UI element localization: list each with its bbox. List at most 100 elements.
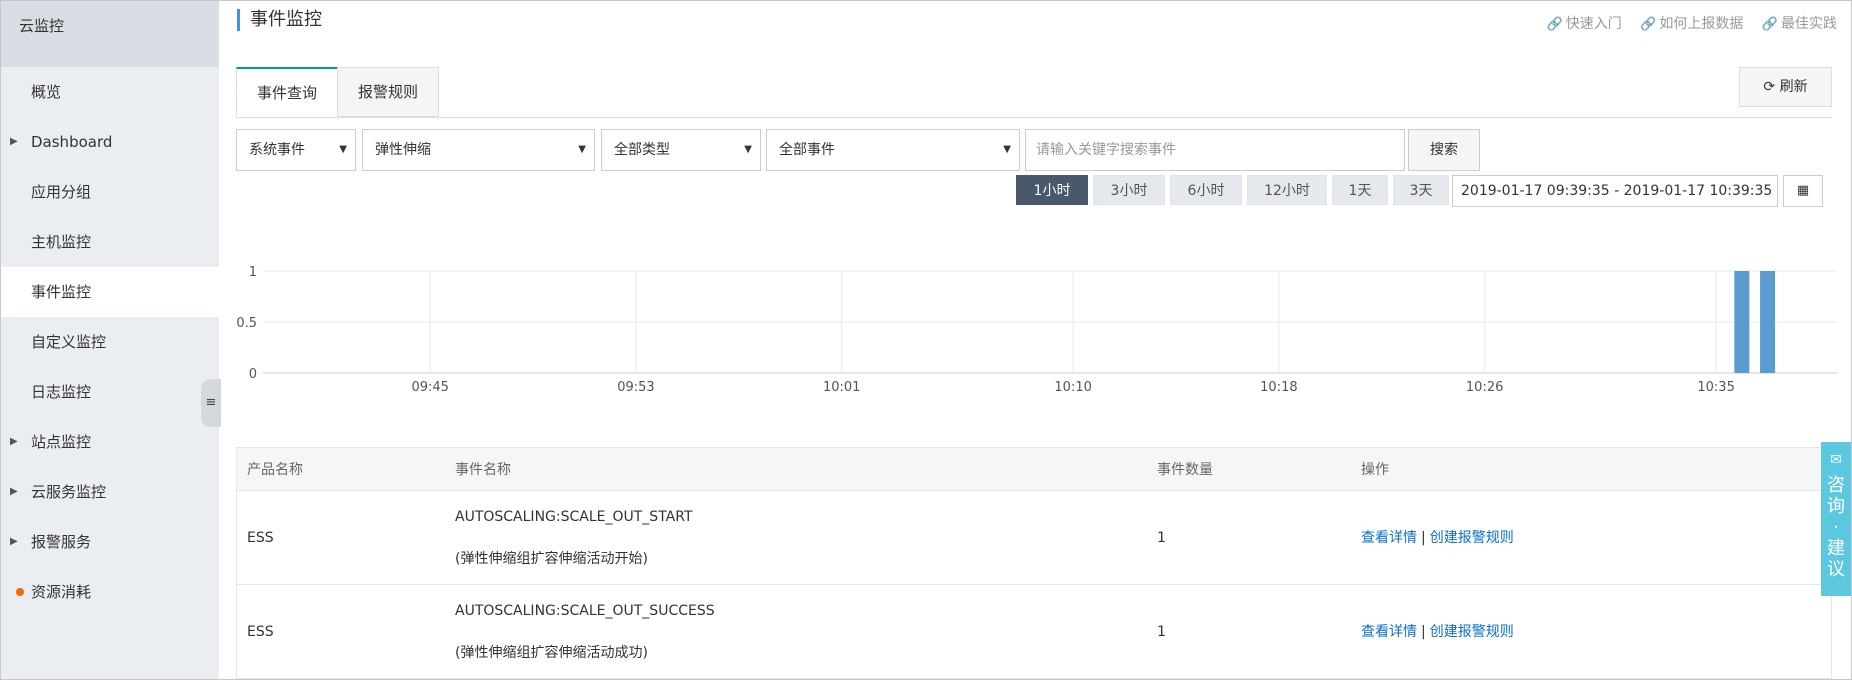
cell-actions: 查看详情 | 创建报警规则 — [1361, 491, 1514, 585]
range-3d-button[interactable]: 3天 — [1393, 175, 1449, 205]
sidebar-item-label: 主机监控 — [31, 233, 92, 251]
sidebar-collapse-icon[interactable]: ≡ — [201, 379, 221, 427]
range-6h-button[interactable]: 6小时 — [1170, 175, 1242, 205]
refresh-icon: ⟳ — [1763, 79, 1776, 95]
cell-product: ESS — [247, 624, 274, 640]
date-range-field[interactable]: 2019-01-17 09:39:35 - 2019-01-17 10:39:3… — [1452, 175, 1778, 207]
type-value: 全部类型 — [614, 142, 670, 158]
sidebar-item-overview[interactable]: 概览 — [1, 67, 219, 117]
event-name: AUTOSCALING:SCALE_OUT_SUCCESS — [455, 603, 715, 619]
sidebar-item-label: Dashboard — [31, 133, 113, 151]
event-value: 全部事件 — [779, 142, 835, 158]
tab-alarm-rules[interactable]: 报警规则 — [337, 67, 439, 117]
sidebar-item-host-monitoring[interactable]: 主机监控 — [1, 217, 219, 267]
calendar-icon[interactable]: ▦ — [1783, 175, 1823, 207]
y-tick-label: 0.5 — [236, 316, 257, 331]
chat-icon: ✉ — [1830, 452, 1842, 468]
cell-count: 1 — [1157, 530, 1166, 546]
column-header-actions: 操作 — [1361, 462, 1389, 478]
caret-down-icon: ▼ — [744, 144, 752, 155]
sidebar-item-label: 报警服务 — [31, 533, 92, 551]
table-row: ESS AUTOSCALING:SCALE_OUT_START (弹性伸缩组扩容… — [236, 491, 1832, 585]
link-icon: 🔗 — [1546, 17, 1563, 32]
sidebar-item-label: 云服务监控 — [31, 483, 107, 501]
sidebar-item-label: 自定义监控 — [31, 333, 107, 351]
sidebar-item-label: 日志监控 — [31, 383, 92, 401]
consult-label: 咨询·建议 — [1827, 475, 1845, 580]
caret-down-icon: ▼ — [578, 144, 586, 155]
refresh-button[interactable]: ⟳ 刷新 — [1739, 67, 1832, 107]
sidebar-item-log-monitoring[interactable]: 日志监控 — [1, 367, 219, 417]
view-details-link[interactable]: 查看详情 — [1361, 624, 1417, 640]
main-content: 事件监控 🔗 快速入门 🔗 如何上报数据 🔗 最佳实践 事件查询 报警规则 ⟳ 刷新 … — [219, 1, 1851, 679]
caret-right-icon: ▶ — [10, 536, 18, 547]
product-value: 弹性伸缩 — [375, 142, 431, 158]
caret-right-icon: ▶ — [10, 436, 18, 447]
create-alarm-rule-link[interactable]: 创建报警规则 — [1430, 530, 1514, 546]
link-icon: 🔗 — [1761, 17, 1778, 32]
cell-product: ESS — [247, 530, 274, 546]
caret-down-icon: ▼ — [339, 144, 347, 155]
y-tick-label: 1 — [249, 265, 257, 280]
column-header-product: 产品名称 — [247, 462, 303, 478]
x-tick-label: 10:10 — [1054, 380, 1091, 395]
x-tick-label: 10:01 — [823, 380, 860, 395]
sidebar-item-label: 站点监控 — [31, 433, 92, 451]
view-details-link[interactable]: 查看详情 — [1361, 530, 1417, 546]
sidebar-item-resource-usage[interactable]: 资源消耗 — [1, 567, 219, 617]
sidebar-item-label: 概览 — [31, 83, 62, 101]
range-3h-button[interactable]: 3小时 — [1093, 175, 1165, 205]
report-data-label: 如何上报数据 — [1659, 16, 1744, 32]
quick-start-label: 快速入门 — [1565, 16, 1622, 32]
action-separator: | — [1421, 624, 1426, 640]
caret-right-icon: ▶ — [10, 486, 18, 497]
best-practice-link[interactable]: 🔗 最佳实践 — [1762, 16, 1837, 32]
event-select[interactable]: 全部事件 ▼ — [766, 129, 1020, 171]
sidebar-item-label: 事件监控 — [31, 283, 92, 301]
event-count-bar — [1760, 271, 1776, 373]
event-source-select[interactable]: 系统事件 ▼ — [236, 129, 356, 171]
best-practice-label: 最佳实践 — [1781, 16, 1837, 32]
page-title: 事件监控 — [237, 9, 322, 31]
column-header-event: 事件名称 — [455, 462, 511, 478]
y-tick-label: 0 — [249, 367, 257, 382]
tab-divider — [236, 117, 1832, 118]
range-12h-button[interactable]: 12小时 — [1247, 175, 1327, 205]
event-count-chart: 0 0.5 1 09:45 09:53 10:01 10:10 10:18 10:26 10:35 — [236, 265, 1837, 395]
sidebar-item-dashboard[interactable]: ▶ Dashboard — [1, 117, 219, 167]
x-tick-label: 09:53 — [617, 380, 654, 395]
sidebar-item-site-monitoring[interactable]: ▶ 站点监控 — [1, 417, 219, 467]
create-alarm-rule-link[interactable]: 创建报警规则 — [1430, 624, 1514, 640]
sidebar-item-app-groups[interactable]: 应用分组 — [1, 167, 219, 217]
sidebar-item-label: 应用分组 — [31, 183, 92, 201]
sidebar-item-alarm-service[interactable]: ▶ 报警服务 — [1, 517, 219, 567]
sidebar-title: 云监控 — [1, 1, 219, 67]
event-name: AUTOSCALING:SCALE_OUT_START — [455, 509, 693, 525]
sidebar-item-cloud-service-monitoring[interactable]: ▶ 云服务监控 — [1, 467, 219, 517]
x-tick-label: 10:18 — [1260, 380, 1297, 395]
consult-feedback-tab[interactable]: ✉ 咨询·建议 — [1821, 442, 1851, 596]
event-source-value: 系统事件 — [249, 142, 305, 158]
sidebar-item-custom-monitoring[interactable]: 自定义监控 — [1, 317, 219, 367]
event-description: (弹性伸缩组扩容伸缩活动开始) — [455, 551, 648, 567]
report-data-link[interactable]: 🔗 如何上报数据 — [1640, 16, 1743, 32]
caret-down-icon: ▼ — [1003, 144, 1011, 155]
search-input[interactable] — [1025, 129, 1405, 171]
product-select[interactable]: 弹性伸缩 ▼ — [362, 129, 595, 171]
search-button[interactable]: 搜索 — [1408, 129, 1480, 171]
cell-actions: 查看详情 | 创建报警规则 — [1361, 585, 1514, 679]
tab-event-query[interactable]: 事件查询 — [236, 67, 338, 117]
range-1h-button[interactable]: 1小时 — [1016, 175, 1088, 205]
cell-event: AUTOSCALING:SCALE_OUT_SUCCESS (弹性伸缩组扩容伸缩… — [455, 601, 715, 663]
type-select[interactable]: 全部类型 ▼ — [601, 129, 761, 171]
caret-right-icon: ▶ — [10, 136, 18, 147]
status-dot-icon — [16, 588, 24, 596]
event-description: (弹性伸缩组扩容伸缩活动成功) — [455, 645, 648, 661]
sidebar-item-event-monitoring[interactable]: 事件监控 — [1, 267, 219, 317]
range-1d-button[interactable]: 1天 — [1332, 175, 1388, 205]
event-count-bar — [1734, 271, 1750, 373]
x-tick-label: 10:26 — [1466, 380, 1503, 395]
quick-start-link[interactable]: 🔗 快速入门 — [1547, 16, 1622, 32]
sidebar: 云监控 概览 ▶ Dashboard 应用分组 主机监控 事件监控 自定义监控 日… — [1, 1, 221, 679]
link-icon: 🔗 — [1640, 17, 1657, 32]
